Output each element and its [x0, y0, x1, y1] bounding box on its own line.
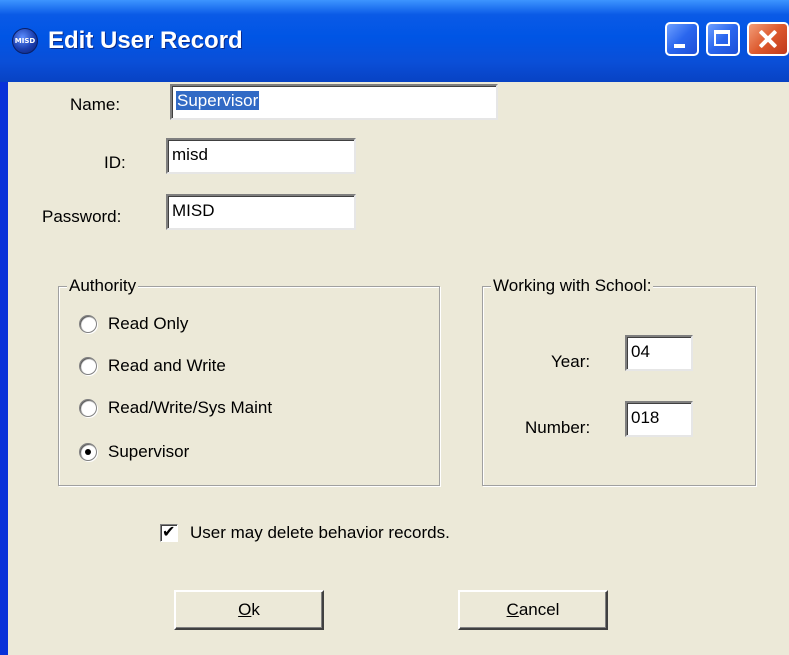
- year-label: Year:: [551, 352, 591, 371]
- cancel-label-rest: ancel: [518, 600, 560, 619]
- password-field[interactable]: MISD: [166, 194, 356, 230]
- radio-button[interactable]: [79, 315, 97, 333]
- checkmark-icon: ✔: [162, 522, 176, 541]
- minimize-icon[interactable]: [665, 22, 699, 56]
- authority-group: Authority Read Only Read and Write Read/…: [58, 275, 440, 486]
- delete-behavior-label[interactable]: User may delete behavior records.: [190, 522, 450, 544]
- radio-button[interactable]: [79, 357, 97, 375]
- radio-label: Read Only: [108, 314, 189, 333]
- ok-mnemonic: O: [238, 600, 252, 619]
- cancel-mnemonic: C: [506, 600, 519, 619]
- name-label: Name:: [70, 95, 121, 114]
- name-value: Supervisor: [176, 91, 260, 110]
- number-label: Number:: [525, 418, 591, 437]
- school-group-title: Working with School:: [491, 275, 654, 297]
- edit-user-record-window: Edit User Record Name: Supervisor ID: mi…: [0, 0, 789, 655]
- radio-button[interactable]: [79, 443, 97, 461]
- delete-behavior-checkbox[interactable]: ✔: [160, 522, 178, 542]
- radio-label: Supervisor: [108, 442, 190, 461]
- radio-label: Read/Write/Sys Maint: [108, 398, 273, 417]
- title-bar[interactable]: Edit User Record: [0, 0, 789, 82]
- radio-label: Read and Write: [108, 356, 226, 375]
- id-label: ID:: [104, 153, 126, 172]
- password-label: Password:: [42, 207, 122, 226]
- maximize-icon[interactable]: [706, 22, 740, 56]
- year-field[interactable]: 04: [625, 335, 693, 371]
- ok-button[interactable]: Ok: [174, 590, 324, 630]
- id-field[interactable]: misd: [166, 138, 356, 174]
- dialog-body: Name: Supervisor ID: misd Password: MISD…: [8, 82, 789, 655]
- close-icon[interactable]: [747, 22, 789, 56]
- radio-button[interactable]: [79, 399, 97, 417]
- cancel-button[interactable]: Cancel: [458, 590, 608, 630]
- misd-app-icon[interactable]: [12, 28, 38, 54]
- ok-label-rest: k: [251, 600, 260, 619]
- name-field[interactable]: Supervisor: [170, 84, 498, 120]
- working-with-school-group: Working with School: Year: 04 Number: 01…: [482, 275, 756, 486]
- window-title: Edit User Record: [48, 27, 243, 54]
- authority-group-title: Authority: [67, 275, 139, 297]
- number-field[interactable]: 018: [625, 401, 693, 437]
